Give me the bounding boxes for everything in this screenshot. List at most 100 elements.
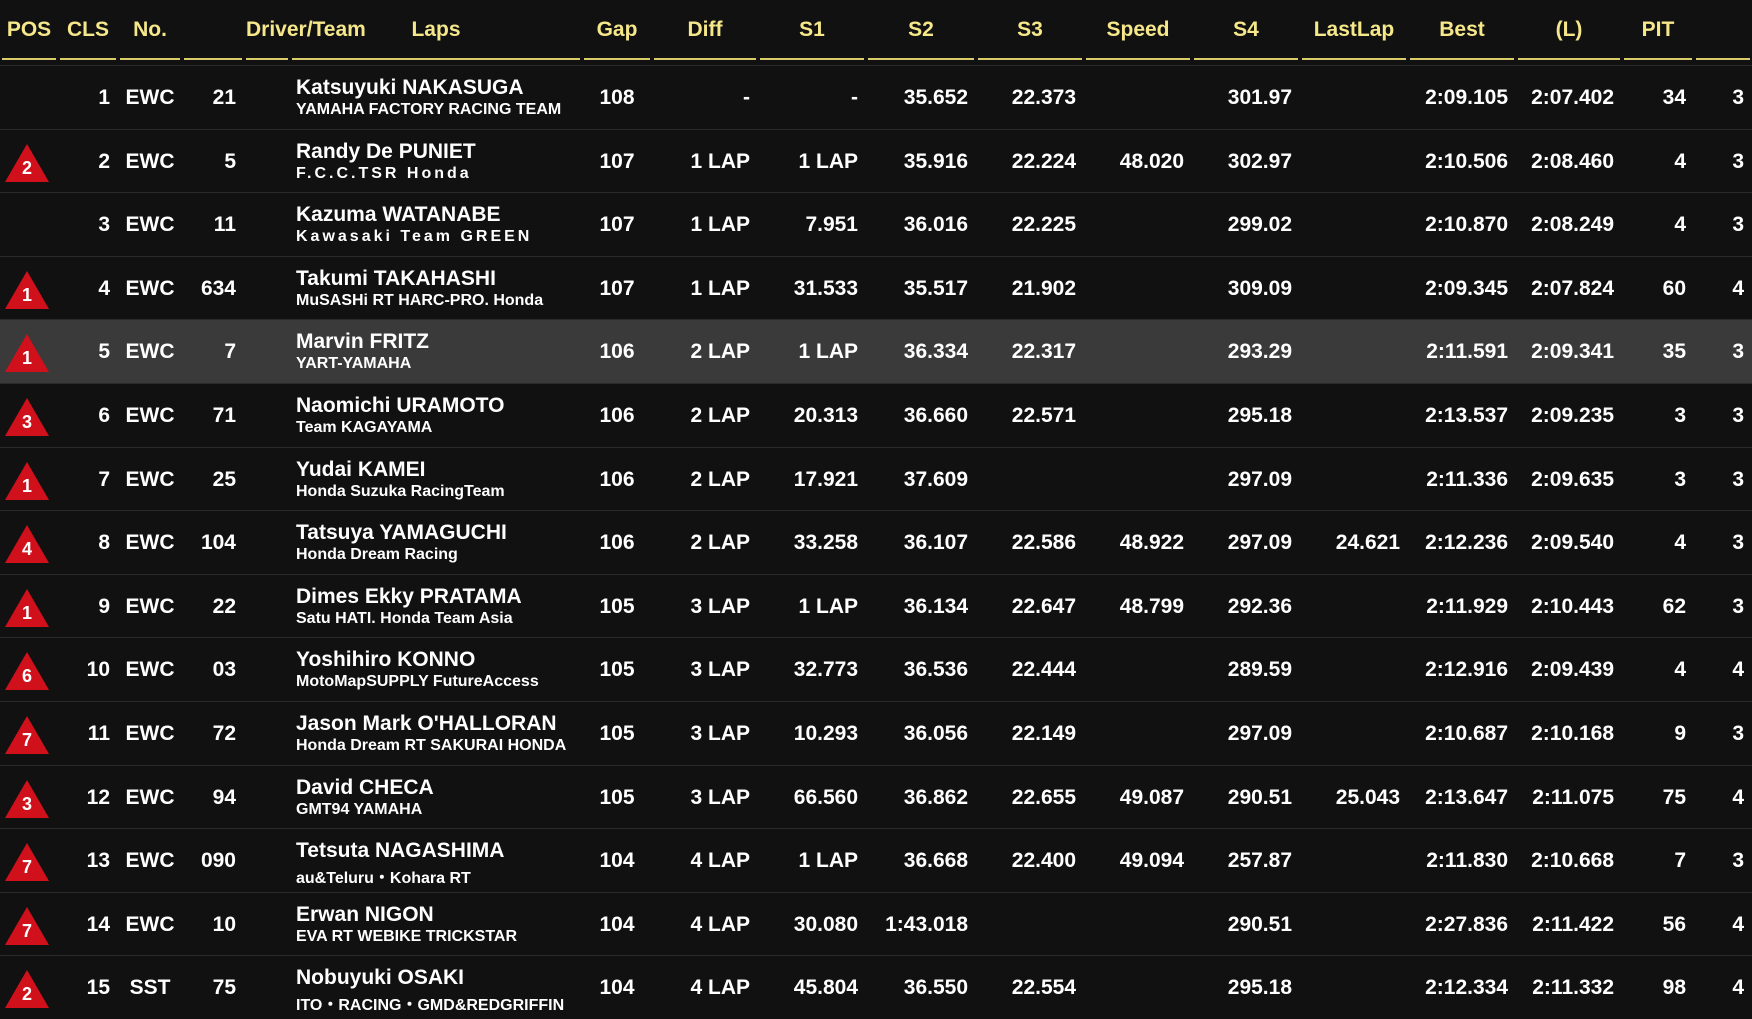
column-header-s2[interactable]: S3 xyxy=(978,0,1082,60)
gap-cell: 3 LAP xyxy=(690,594,750,618)
cls-cell: EWC xyxy=(125,912,175,936)
driver-team-cell[interactable]: Kazuma WATANABE Kawasaki Team GREEN xyxy=(290,193,582,256)
column-header-lastlap[interactable]: Best xyxy=(1410,0,1514,60)
no-cell: 7 xyxy=(224,340,236,364)
driver-team-cell[interactable]: David CHECA GMT94 YAMAHA xyxy=(290,766,582,829)
team-name: F.C.C.TSR Honda xyxy=(296,164,472,182)
s1-cell: 36.550 xyxy=(903,976,968,1000)
s4-cell xyxy=(1300,320,1408,383)
diff-cell: 1 LAP xyxy=(798,340,858,364)
driver-team-cell[interactable]: Tetsuta NAGASHIMA au&Teluru・Kohara RT xyxy=(290,829,582,892)
team-name: Honda Dream Racing xyxy=(296,546,458,564)
position-up-icon: 2 xyxy=(4,969,50,1009)
position-change-value: 3 xyxy=(21,793,32,814)
table-row[interactable]: 7 14 EWC 10 Erwan NIGON EVA RT WEBIKE TRICKST… xyxy=(0,891,1752,956)
column-header-s1[interactable]: S2 xyxy=(868,0,974,60)
column-header-spacer[interactable]: Driver/Team xyxy=(246,0,366,60)
diff-cell: 1 LAP xyxy=(798,149,858,173)
s4-cell xyxy=(1300,702,1408,765)
pos-cell: 14 xyxy=(86,912,110,936)
s2-cell xyxy=(976,448,1084,511)
column-header-driver[interactable]: Laps xyxy=(292,0,580,60)
position-change-value: 1 xyxy=(21,475,32,496)
table-row[interactable]: 1 7 EWC 25 Yudai KAMEI Honda Suzuka RacingTea… xyxy=(0,446,1752,511)
no-cell: 22 xyxy=(212,594,236,618)
position-change-value: 3 xyxy=(21,411,32,432)
best-cell: 2:08.460 xyxy=(1531,149,1614,173)
driver-team-cell[interactable]: Erwan NIGON EVA RT WEBIKE TRICKSTAR xyxy=(290,893,582,956)
speed-cell: 295.18 xyxy=(1227,403,1292,427)
best-cell: 2:09.635 xyxy=(1531,467,1614,491)
laps-cell: 104 xyxy=(599,849,635,873)
diff-cell: 32.773 xyxy=(793,658,858,682)
column-header-s4[interactable]: LastLap xyxy=(1302,0,1406,60)
table-row[interactable]: 3 6 EWC 71 Naomichi URAMOTO Team KAGAYAMA 106 2… xyxy=(0,382,1752,447)
table-row[interactable]: 4 8 EWC 104 Tatsuya YAMAGUCHI Honda Dream Rac… xyxy=(0,510,1752,574)
s2-cell: 21.902 xyxy=(1011,276,1076,300)
l-cell: 9 xyxy=(1674,721,1686,745)
s1-cell: 35.517 xyxy=(903,276,968,300)
column-header-speed[interactable]: S4 xyxy=(1194,0,1298,60)
driver-team-cell[interactable]: Randy De PUNIET F.C.C.TSR Honda xyxy=(290,130,582,193)
best-cell: 2:11.075 xyxy=(1532,785,1614,809)
table-header: POS CLS No. Driver/Team Laps Gap Diff S1 S2 S3 Spe… xyxy=(0,0,1752,60)
s4-cell xyxy=(1300,193,1408,256)
driver-team-cell[interactable]: Tatsuya YAMAGUCHI Honda Dream Racing xyxy=(290,511,582,574)
driver-name: Tetsuta NAGASHIMA xyxy=(296,839,505,863)
table-row[interactable]: 7 11 EWC 72 Jason Mark O'HALLORAN Honda Dream… xyxy=(0,700,1752,765)
column-header-pit[interactable] xyxy=(1696,0,1750,60)
s2-cell: 22.149 xyxy=(1011,721,1076,745)
driver-team-cell[interactable]: Dimes Ekky PRATAMA Satu HATI. Honda Team … xyxy=(290,575,582,638)
column-header-laps[interactable]: Gap xyxy=(584,0,650,60)
table-row[interactable]: 7 13 EWC 090 Tetsuta NAGASHIMA au&Teluru・Koha… xyxy=(0,828,1752,892)
column-header-change[interactable]: POS xyxy=(2,0,56,60)
pos-cell: 13 xyxy=(86,849,110,873)
l-cell: 98 xyxy=(1662,976,1686,1000)
speed-cell: 289.59 xyxy=(1227,658,1292,682)
pos-cell: 5 xyxy=(98,340,110,364)
no-cell: 090 xyxy=(200,849,236,873)
driver-team-cell[interactable]: Yudai KAMEI Honda Suzuka RacingTeam xyxy=(290,448,582,511)
driver-team-cell[interactable]: Naomichi URAMOTO Team KAGAYAMA xyxy=(290,384,582,447)
column-header-no[interactable] xyxy=(184,0,242,60)
position-change-value: 6 xyxy=(21,666,32,687)
pit-cell: 4 xyxy=(1732,912,1744,936)
column-header-gap[interactable]: Diff xyxy=(654,0,756,60)
team-name: Kawasaki Team GREEN xyxy=(296,228,533,246)
lastlap-cell: 2:27.836 xyxy=(1425,912,1508,936)
column-header-l[interactable]: PIT xyxy=(1624,0,1692,60)
driver-team-cell[interactable]: Jason Mark O'HALLORAN Honda Dream RT SAKU… xyxy=(290,702,582,765)
gap-cell: 2 LAP xyxy=(690,403,750,427)
table-row[interactable]: 1 5 EWC 7 Marvin FRITZ YART-YAMAHA 106 2 LAP 1 L… xyxy=(0,319,1752,383)
best-cell: 2:09.341 xyxy=(1531,340,1614,364)
table-row[interactable]: 2 15 SST 75 Nobuyuki OSAKI ITO・RACING・GMD&RED… xyxy=(0,955,1752,1019)
column-header-best[interactable]: (L) xyxy=(1518,0,1620,60)
diff-cell: 45.804 xyxy=(793,976,858,1000)
table-row[interactable]: 2 2 EWC 5 Randy De PUNIET F.C.C.TSR Honda 107 1… xyxy=(0,128,1752,193)
driver-team-cell[interactable]: Marvin FRITZ YART-YAMAHA xyxy=(290,320,582,383)
table-row[interactable]: 3 EWC 11 Kazuma WATANABE Kawasaki Team GREEN… xyxy=(0,192,1752,256)
column-header-cls[interactable]: No. xyxy=(120,0,180,60)
cls-cell: EWC xyxy=(125,594,175,618)
table-row[interactable]: 1 9 EWC 22 Dimes Ekky PRATAMA Satu HATI. Hond… xyxy=(0,573,1752,638)
speed-cell: 301.97 xyxy=(1227,86,1292,109)
speed-cell: 293.29 xyxy=(1227,340,1292,364)
table-row[interactable]: 1 4 EWC 634 Takumi TAKAHASHI MuSASHi RT HARC-… xyxy=(0,255,1752,320)
pit-cell: 3 xyxy=(1732,149,1744,173)
s4-cell xyxy=(1300,829,1408,892)
driver-team-cell[interactable]: Yoshihiro KONNO MotoMapSUPPLY FutureAcces… xyxy=(290,638,582,701)
s1-cell: 36.016 xyxy=(903,213,968,237)
table-row[interactable]: 3 12 EWC 94 David CHECA GMT94 YAMAHA 105 3 LAP 6… xyxy=(0,764,1752,829)
gap-cell: 2 LAP xyxy=(690,467,750,491)
table-row[interactable]: 1 EWC 21 Katsuyuki NAKASUGA YAMAHA FACTORY R… xyxy=(0,65,1752,129)
column-header-diff[interactable]: S1 xyxy=(760,0,864,60)
s4-cell: 24.621 xyxy=(1335,531,1400,555)
column-header-pos[interactable]: CLS xyxy=(60,0,116,60)
driver-team-cell[interactable]: Katsuyuki NAKASUGA YAMAHA FACTORY RACING … xyxy=(290,66,582,129)
table-row[interactable]: 6 10 EWC 03 Yoshihiro KONNO MotoMapSUPPLY Fut… xyxy=(0,637,1752,701)
l-cell: 7 xyxy=(1674,849,1686,873)
column-header-s3[interactable]: Speed xyxy=(1086,0,1190,60)
pit-cell: 4 xyxy=(1732,976,1744,1000)
driver-team-cell[interactable]: Nobuyuki OSAKI ITO・RACING・GMD&REDGRIFFIN xyxy=(290,956,582,1019)
driver-team-cell[interactable]: Takumi TAKAHASHI MuSASHi RT HARC-PRO. Hon… xyxy=(290,257,582,320)
